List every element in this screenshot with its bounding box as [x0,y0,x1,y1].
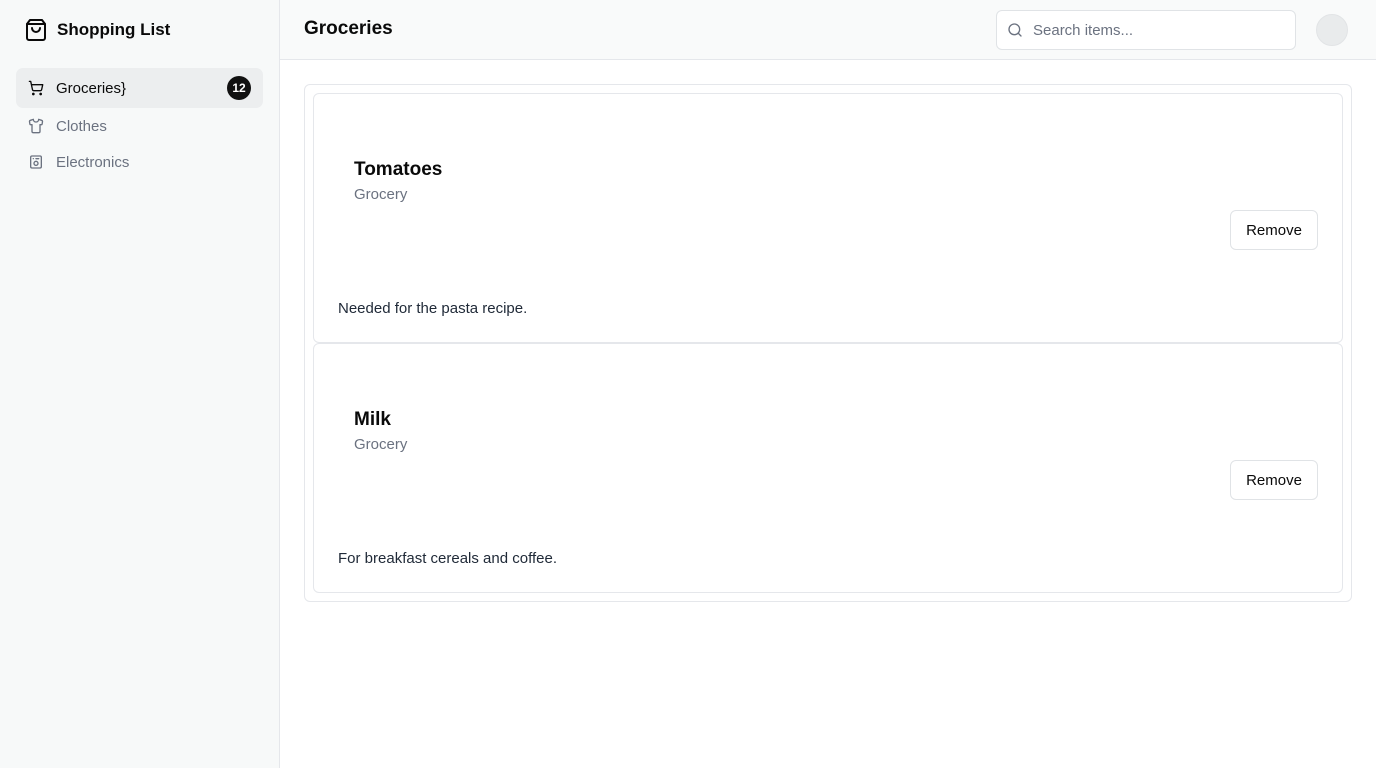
remove-button[interactable]: Remove [1230,210,1318,250]
item-note: Needed for the pasta recipe. [338,300,528,317]
item-category: Grocery [354,186,408,203]
sidebar-nav: Groceries} 12 Clothes Electronics [16,68,263,180]
sidebar: Shopping List Groceries} 12 Clothes Elec… [0,0,280,768]
sidebar-item-clothes[interactable]: Clothes [16,108,263,144]
device-icon [28,154,44,170]
count-badge: 12 [227,76,251,100]
app-brand: Shopping List [24,17,170,43]
item-note: For breakfast cereals and coffee. [338,550,558,567]
item-category: Grocery [354,436,408,453]
top-header: Groceries [280,0,1376,60]
sidebar-item-label: Electronics [56,153,130,171]
sidebar-item-groceries[interactable]: Groceries} 12 [16,68,263,108]
item-name: Tomatoes [354,159,443,180]
list-item: Tomatoes Grocery Remove Needed for the p… [313,93,1343,343]
page-title: Groceries [304,18,393,39]
app-title: Shopping List [57,20,171,39]
remove-button[interactable]: Remove [1230,460,1318,500]
list-item: Milk Grocery Remove For breakfast cereal… [313,343,1343,593]
sidebar-item-label: Clothes [56,117,107,135]
sidebar-item-electronics[interactable]: Electronics [16,144,263,180]
search-box[interactable] [996,10,1296,50]
shopping-bag-icon [24,18,48,42]
shirt-icon [28,118,44,134]
item-name: Milk [354,409,391,430]
search-icon [1007,21,1025,39]
search-input[interactable] [1033,21,1273,39]
sidebar-item-label: Groceries} [56,79,127,97]
avatar[interactable] [1316,14,1348,46]
cart-icon [28,80,44,96]
items-list: Tomatoes Grocery Remove Needed for the p… [304,84,1352,602]
